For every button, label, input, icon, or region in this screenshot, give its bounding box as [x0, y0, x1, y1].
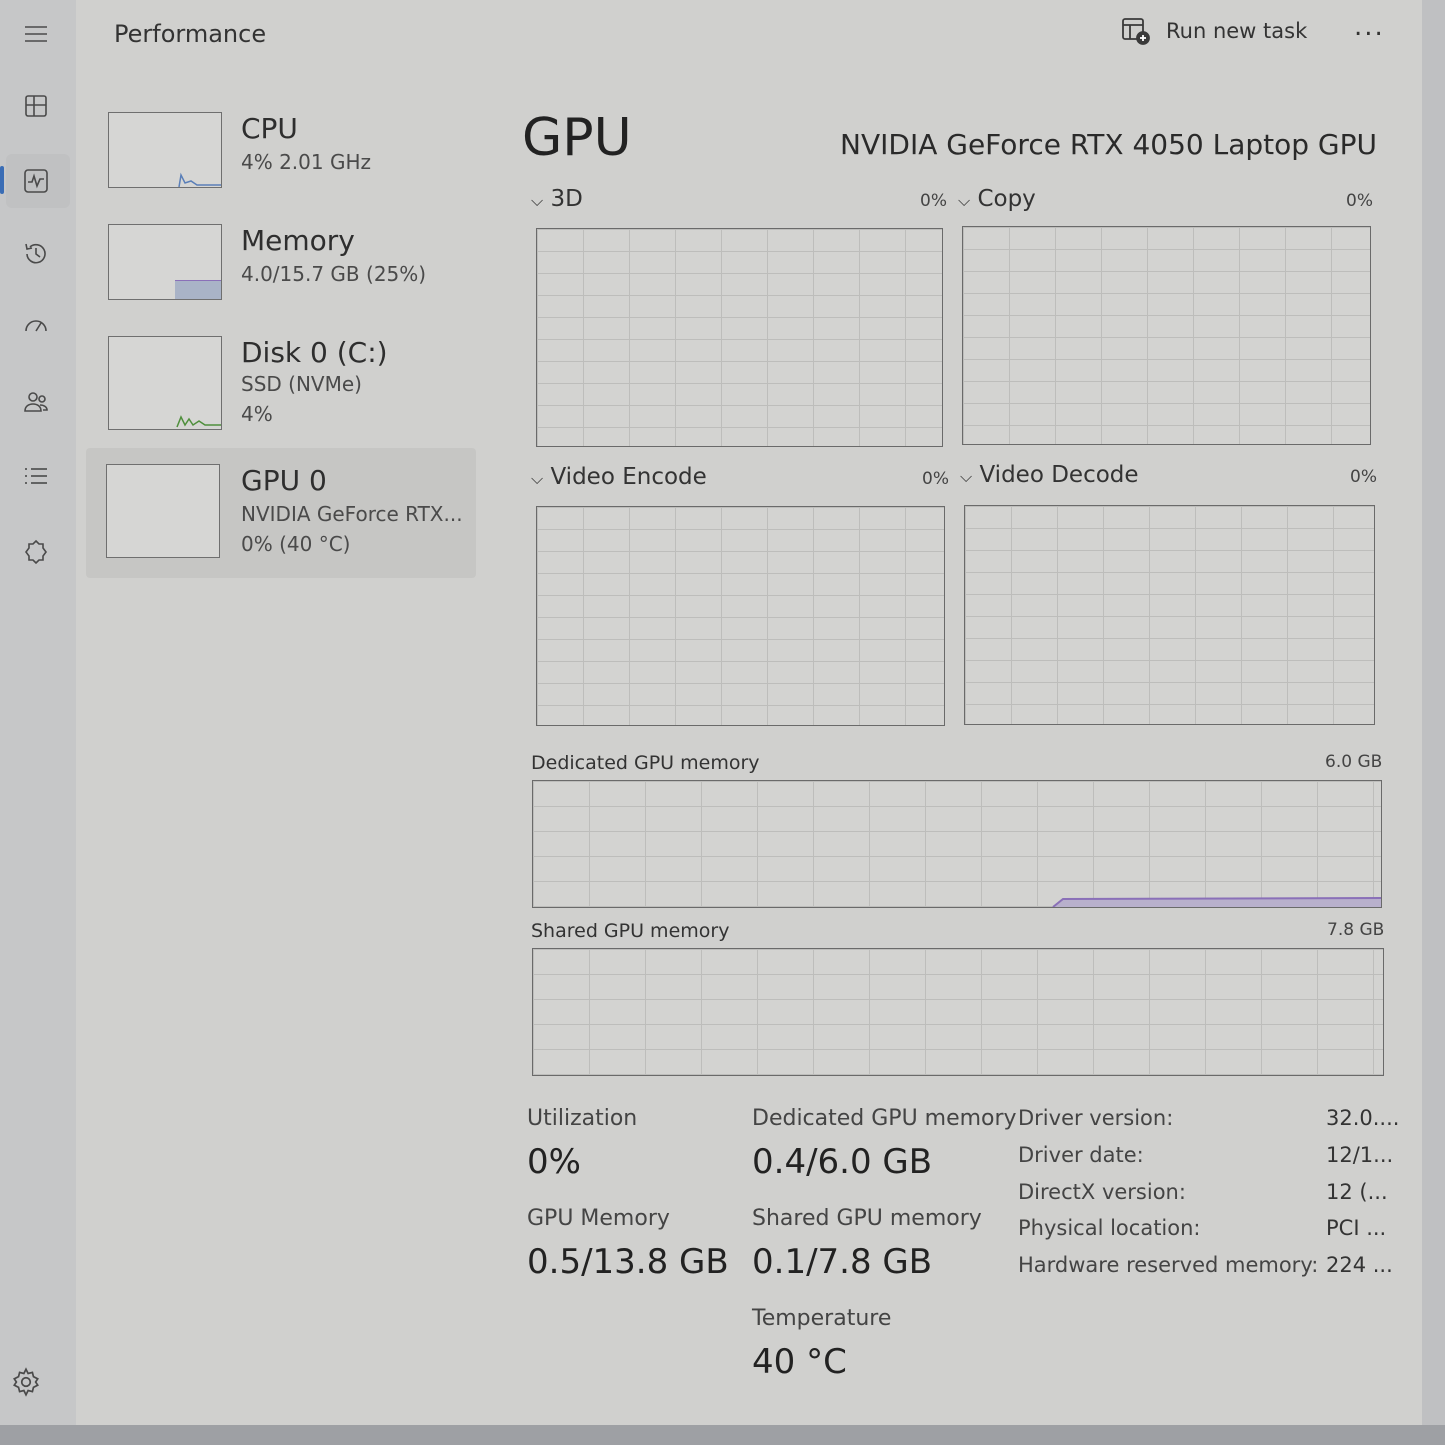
- gpu-memory-label: GPU Memory: [527, 1206, 670, 1231]
- dedicated-memory-label: Dedicated GPU memory: [752, 1106, 1017, 1131]
- chevron-down-icon: ⌵: [958, 191, 971, 210]
- engine-copy-percent: 0%: [1346, 191, 1373, 211]
- main-panel: Performance Run new task ... CPU 4% 2.01…: [76, 0, 1422, 1425]
- engine-video-encode-label: Video Encode: [550, 464, 707, 490]
- engine-copy-dropdown[interactable]: ⌵ Copy: [958, 186, 1036, 212]
- dedicated-memory-graph-label: Dedicated GPU memory: [531, 752, 760, 774]
- physical-location-label: Physical location:: [1018, 1216, 1201, 1240]
- cpu-detail: 4% 2.01 GHz: [241, 150, 372, 174]
- users-icon[interactable]: [12, 378, 60, 426]
- engine-video-decode-percent: 0%: [1350, 467, 1377, 487]
- engine-3d-label: 3D: [550, 186, 583, 212]
- engine-video-decode-dropdown[interactable]: ⌵ Video Decode: [960, 462, 1139, 488]
- engine-copy-graph: [962, 226, 1371, 445]
- chevron-down-icon: ⌵: [531, 469, 544, 488]
- driver-date-label: Driver date:: [1018, 1143, 1144, 1167]
- engine-3d-percent: 0%: [920, 191, 947, 211]
- shared-memory-graph: [532, 948, 1384, 1076]
- memory-thumbnail-graph: [108, 224, 222, 300]
- title-bar: Performance Run new task ...: [76, 0, 1422, 78]
- memory-label: Memory: [241, 224, 355, 257]
- engine-video-encode-graph: [536, 506, 945, 726]
- perf-item-gpu[interactable]: GPU 0 NVIDIA GeForce RTX... 0% (40 °C): [86, 448, 476, 578]
- engine-video-encode-percent: 0%: [922, 469, 949, 489]
- gpu-memory-value: 0.5/13.8 GB: [527, 1242, 729, 1282]
- disk-usage: 4%: [241, 402, 273, 426]
- shared-memory-label: Shared GPU memory: [752, 1206, 982, 1231]
- services-icon[interactable]: [12, 528, 60, 576]
- disk-thumbnail-graph: [108, 336, 222, 430]
- engine-video-decode-label: Video Decode: [979, 462, 1139, 488]
- run-new-task-label: Run new task: [1166, 19, 1308, 43]
- driver-date-value: 12/1...: [1326, 1143, 1394, 1167]
- shared-memory-graph-label: Shared GPU memory: [531, 920, 730, 942]
- run-new-task-button[interactable]: Run new task: [1120, 14, 1307, 48]
- window-edge: [1422, 0, 1445, 1425]
- dedicated-memory-graph: [532, 780, 1382, 908]
- disk-type: SSD (NVMe): [241, 372, 362, 396]
- run-task-icon: [1122, 18, 1150, 45]
- gpu-label: GPU 0: [241, 464, 327, 497]
- temperature-label: Temperature: [752, 1306, 892, 1331]
- gpu-usage-temp: 0% (40 °C): [241, 532, 351, 556]
- dedicated-memory-value: 0.4/6.0 GB: [752, 1142, 933, 1182]
- temperature-value: 40 °C: [752, 1342, 847, 1382]
- performance-icon[interactable]: [12, 157, 60, 205]
- memory-detail: 4.0/15.7 GB (25%): [241, 262, 427, 286]
- perf-item-memory[interactable]: Memory 4.0/15.7 GB (25%): [86, 208, 476, 326]
- directx-version-value: 12 (...: [1326, 1180, 1388, 1204]
- startup-apps-icon[interactable]: [12, 304, 60, 352]
- engine-copy-label: Copy: [977, 186, 1036, 212]
- window-bottom-edge: [0, 1425, 1445, 1445]
- page-title: Performance: [114, 20, 267, 48]
- gpu-heading: GPU: [522, 108, 632, 168]
- navigation-rail: [0, 0, 76, 1425]
- menu-icon[interactable]: [12, 10, 60, 58]
- gpu-thumbnail-graph: [106, 464, 220, 558]
- perf-item-disk[interactable]: Disk 0 (C:) SSD (NVMe) 4%: [86, 320, 476, 440]
- active-nav-indicator: [0, 166, 4, 194]
- settings-icon[interactable]: [10, 1366, 42, 1398]
- engine-video-decode-graph: [964, 505, 1375, 725]
- processes-icon[interactable]: [12, 82, 60, 130]
- driver-version-value: 32.0....: [1326, 1106, 1400, 1130]
- disk-label: Disk 0 (C:): [241, 336, 388, 369]
- hardware-reserved-memory-value: 224 ...: [1326, 1253, 1393, 1277]
- details-icon[interactable]: [12, 452, 60, 500]
- engine-video-encode-dropdown[interactable]: ⌵ Video Encode: [531, 464, 707, 490]
- cpu-label: CPU: [241, 112, 298, 145]
- utilization-value: 0%: [527, 1142, 581, 1182]
- shared-memory-value: 0.1/7.8 GB: [752, 1242, 933, 1282]
- perf-item-cpu[interactable]: CPU 4% 2.01 GHz: [86, 96, 476, 214]
- directx-version-label: DirectX version:: [1018, 1180, 1186, 1204]
- chevron-down-icon: ⌵: [960, 467, 973, 486]
- gpu-model-short: NVIDIA GeForce RTX...: [241, 502, 463, 526]
- driver-version-label: Driver version:: [1018, 1106, 1174, 1130]
- more-options-button[interactable]: ...: [1354, 12, 1385, 42]
- dedicated-memory-graph-max: 6.0 GB: [1325, 752, 1383, 772]
- physical-location-value: PCI ...: [1326, 1216, 1387, 1240]
- cpu-thumbnail-graph: [108, 112, 222, 188]
- chevron-down-icon: ⌵: [531, 191, 544, 210]
- app-history-icon[interactable]: [12, 230, 60, 278]
- shared-memory-graph-max: 7.8 GB: [1327, 920, 1385, 940]
- engine-3d-dropdown[interactable]: ⌵ 3D: [531, 186, 583, 212]
- hardware-reserved-memory-label: Hardware reserved memory:: [1018, 1253, 1319, 1277]
- gpu-model-name: NVIDIA GeForce RTX 4050 Laptop GPU: [840, 128, 1377, 161]
- engine-3d-graph: [536, 228, 943, 447]
- utilization-label: Utilization: [527, 1106, 638, 1131]
